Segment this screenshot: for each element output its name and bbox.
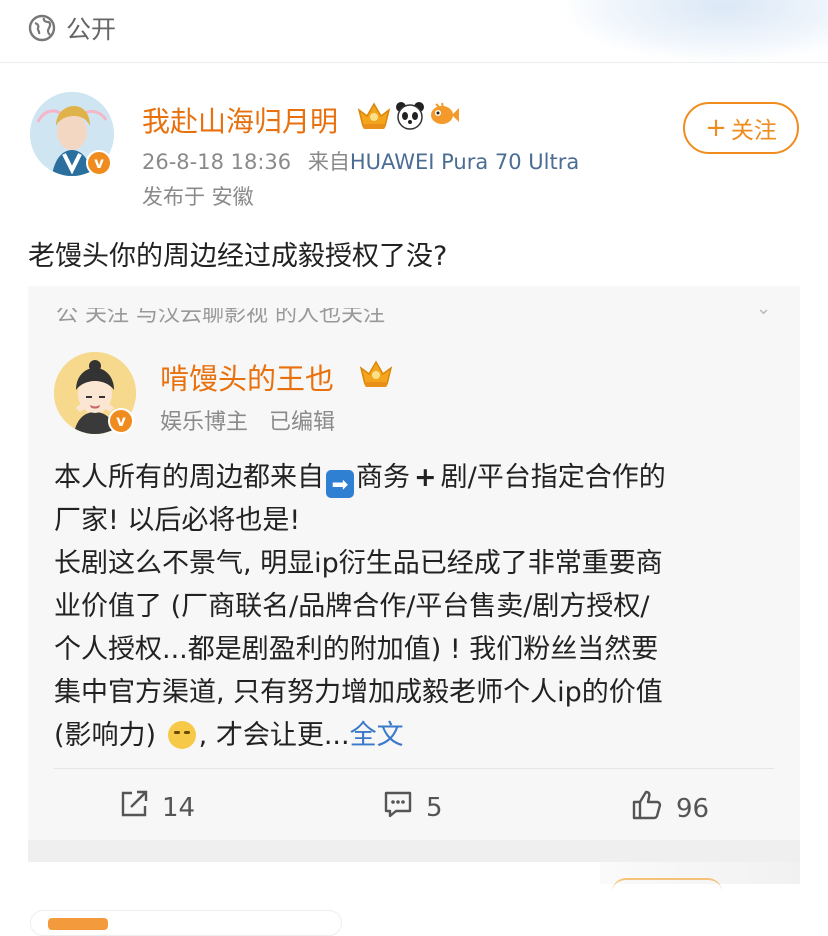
full-text-link[interactable]: 全文 (350, 720, 404, 751)
thumbs-up-icon (630, 788, 664, 829)
plus-emoji-icon: + (414, 462, 437, 493)
follow-button[interactable]: + 关注 (683, 102, 799, 154)
share-icon (118, 788, 150, 827)
comment-button[interactable]: 5 (382, 788, 443, 827)
crown-badge-icon (356, 98, 392, 136)
globe-icon (28, 14, 56, 42)
privacy-indicator[interactable]: 公开 (28, 12, 116, 44)
next-card-tag (48, 918, 108, 930)
panda-badge-icon (394, 99, 426, 135)
thinking-face-emoji-icon (167, 721, 196, 749)
repost-author-name[interactable]: 啃馒头的王也 (160, 356, 334, 398)
divider (54, 768, 774, 769)
post-text: 老馒头你的周边经过成毅授权了没? (28, 241, 448, 272)
arrow-right-emoji-icon: ➡ (326, 470, 354, 498)
repost-text: 本人所有的周边都来自 ➡ 商务 + 剧/平台指定合作的 厂家! 以后必将也是! 长剧这么… (54, 456, 784, 757)
divider (0, 62, 828, 63)
device-source[interactable]: HUAWEI Pura 70 Ultra (350, 150, 579, 174)
privacy-label: 公开 (66, 15, 117, 44)
header-sky-decoration (568, 0, 828, 60)
post-meta: 26-8-18 18:36 来自HUAWEI Pura 70 Ultra (142, 146, 579, 176)
orange-fish-badge-icon (428, 100, 460, 134)
like-button[interactable]: 96 (630, 788, 709, 829)
comment-count: 5 (426, 792, 443, 823)
comment-icon (382, 788, 414, 827)
repost-line: (影响力) , 才会让更...全文 (54, 720, 404, 751)
crown-badge-icon[interactable] (358, 356, 394, 394)
repost-count: 14 (162, 792, 196, 823)
chevron-down-icon[interactable]: ⌄ (756, 298, 771, 319)
verified-badge: v (86, 150, 112, 176)
section-separator (28, 840, 800, 862)
repost-line: 个人授权...都是剧盈利的附加值) ! 我们粉丝当然要 (54, 634, 659, 665)
repost-line: 本人所有的周边都来自 ➡ 商务 + 剧/平台指定合作的 (54, 456, 784, 499)
post-location: 发布于 安徽 (142, 185, 254, 209)
repost-line: 集中官方渠道, 只有努力增加成毅老师个人ip的价值 (54, 677, 663, 708)
repost-line: 长剧这么不景气, 明显ip衍生品已经成了非常重要商 (54, 548, 663, 579)
repost-line: 业价值了 (厂商联名/品牌合作/平台售卖/剧方授权/ (54, 591, 650, 622)
verified-badge: v (108, 408, 134, 434)
plus-icon: + (705, 113, 727, 143)
repost-meta: 娱乐博主 已编辑 (160, 410, 335, 435)
author-name[interactable]: 我赴山海归月明 (142, 100, 338, 140)
like-count: 96 (676, 793, 710, 824)
post-timestamp: 26-8-18 18:36 (142, 150, 292, 174)
user-badges[interactable] (356, 98, 460, 136)
source-prefix: 来自 (307, 150, 350, 174)
repost-line: 厂家! 以后必将也是! (54, 505, 301, 536)
follow-label: 关注 (730, 118, 777, 144)
bottom-decoration (612, 878, 722, 892)
repost-button[interactable]: 14 (118, 788, 195, 827)
